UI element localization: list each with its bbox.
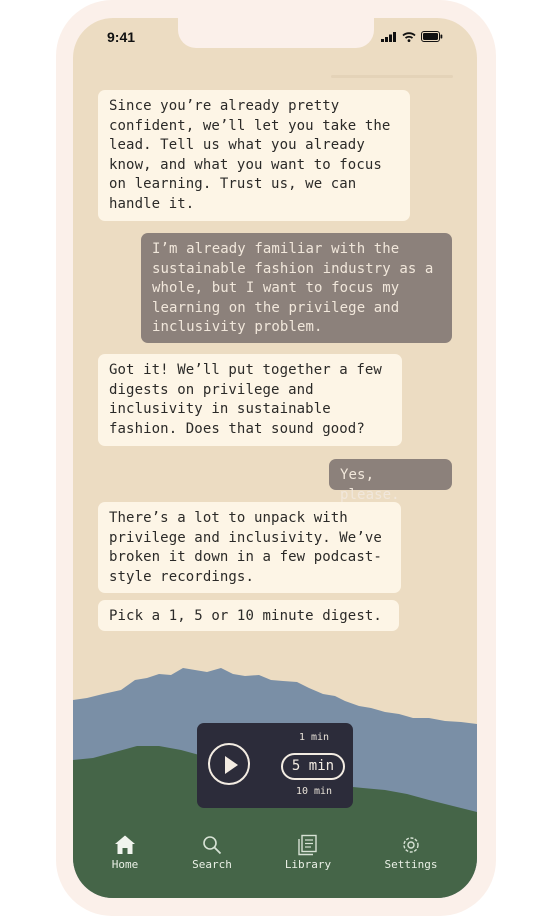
bot-message: There’s a lot to unpack with privilege a… (98, 502, 401, 593)
signal-icon (381, 31, 396, 42)
nav-label: Home (111, 858, 139, 871)
duration-option-10min[interactable]: 10 min (279, 786, 349, 797)
status-icons (381, 31, 443, 42)
wifi-icon (402, 31, 416, 42)
home-icon (115, 835, 135, 854)
app-screen: 9:41 Since you’re already pretty confide… (73, 18, 477, 898)
nav-library[interactable]: Library (268, 834, 348, 871)
gear-icon (403, 837, 419, 853)
bottom-nav: Home Search Library Settings (73, 826, 477, 898)
library-icon (298, 834, 317, 856)
divider (331, 75, 453, 78)
duration-option-5min[interactable]: 5 min (281, 753, 345, 780)
nav-home[interactable]: Home (85, 834, 165, 871)
battery-icon (421, 31, 443, 42)
bot-message: Got it! We’ll put together a few digests… (98, 354, 402, 446)
bot-message: Since you’re already pretty confident, w… (98, 90, 410, 221)
nav-settings[interactable]: Settings (371, 834, 451, 871)
user-message: I’m already familiar with the sustainabl… (141, 233, 452, 343)
status-time: 9:41 (107, 29, 136, 45)
nav-label: Search (192, 858, 232, 871)
nav-label: Settings (384, 858, 438, 871)
nav-search[interactable]: Search (172, 834, 252, 871)
search-icon (203, 836, 222, 855)
bot-message: Pick a 1, 5 or 10 minute digest. (98, 600, 399, 631)
duration-option-1min[interactable]: 1 min (279, 732, 349, 743)
user-message: Yes, please. (329, 459, 452, 503)
audio-player: 1 min 5 min 10 min (197, 723, 353, 808)
play-button[interactable] (208, 743, 250, 785)
nav-label: Library (284, 858, 332, 871)
play-icon (225, 756, 238, 774)
notch (178, 18, 374, 48)
